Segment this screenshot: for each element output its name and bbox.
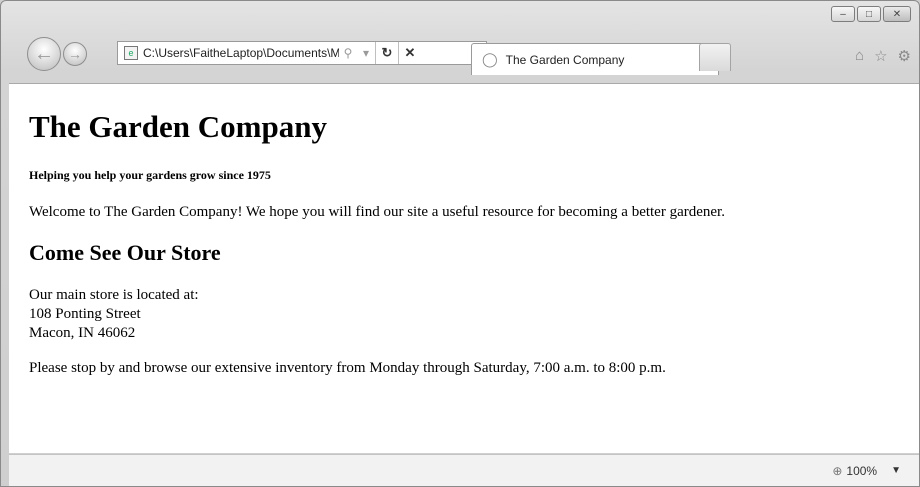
- forward-button[interactable]: →: [63, 42, 87, 66]
- close-window-button[interactable]: ✕: [883, 6, 911, 22]
- welcome-text: Welcome to The Garden Company! We hope y…: [29, 204, 725, 220]
- zoom-level[interactable]: 100%: [846, 464, 877, 478]
- back-arrow-icon: ←: [34, 42, 54, 65]
- forward-arrow-icon: →: [68, 46, 82, 62]
- page-content: The Garden Company Helping you help your…: [9, 83, 919, 453]
- search-icon[interactable]: ⚲: [339, 46, 357, 60]
- minimize-icon: –: [840, 8, 846, 20]
- tab-garden-company[interactable]: ◯ The Garden Company: [471, 43, 719, 75]
- status-bar: ⊕ 100% ▼: [9, 454, 919, 486]
- window-controls: – □ ✕: [831, 6, 911, 22]
- address-street: 108 Ponting Street: [29, 306, 141, 322]
- maximize-button[interactable]: □: [857, 6, 881, 22]
- new-tab-button[interactable]: [699, 43, 731, 71]
- minimize-button[interactable]: –: [831, 6, 855, 22]
- browser-window: – □ ✕ ← → e C:\Users\FaitheLaptop\Docume…: [0, 0, 920, 487]
- favorites-star-icon[interactable]: ☆: [874, 47, 887, 65]
- zoom-icon[interactable]: ⊕: [832, 464, 842, 478]
- dropdown-arrow-icon[interactable]: ▾: [357, 46, 375, 60]
- stop-icon[interactable]: ✕: [399, 45, 421, 61]
- tagline: Helping you help your gardens grow since…: [29, 168, 271, 182]
- close-icon: ✕: [892, 8, 902, 20]
- tab-title: The Garden Company: [505, 52, 625, 67]
- refresh-icon[interactable]: ↻: [376, 45, 398, 61]
- address-url[interactable]: C:\Users\FaitheLaptop\Documents\M: [143, 46, 339, 60]
- address-city: Macon, IN 46062: [29, 325, 136, 341]
- back-button[interactable]: ←: [27, 37, 61, 71]
- page-title: The Garden Company: [29, 109, 327, 144]
- address-bar[interactable]: e C:\Users\FaitheLaptop\Documents\M ⚲ ▾ …: [117, 41, 487, 65]
- address-intro: Our main store is located at:: [29, 287, 199, 303]
- maximize-icon: □: [865, 8, 873, 20]
- ie-page-icon: ◯: [482, 51, 498, 67]
- navigation-bar: ← → e C:\Users\FaitheLaptop\Documents\M …: [27, 35, 919, 75]
- chevron-down-icon[interactable]: ▼: [891, 465, 901, 476]
- gear-icon[interactable]: ⚙: [898, 47, 911, 65]
- store-hours: Please stop by and browse our extensive …: [29, 360, 666, 376]
- page-icon: e: [124, 46, 138, 60]
- store-address: Our main store is located at: 108 Pontin…: [29, 286, 919, 343]
- section-heading: Come See Our Store: [29, 240, 221, 265]
- home-icon[interactable]: ⌂: [855, 47, 864, 65]
- toolbar-icons: ⌂ ☆ ⚙: [855, 47, 911, 65]
